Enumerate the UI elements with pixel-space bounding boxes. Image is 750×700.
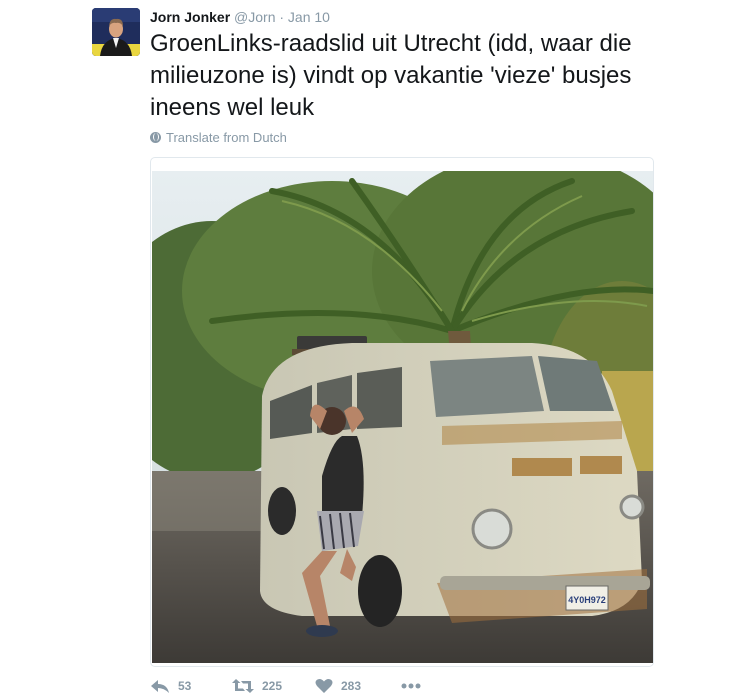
photo-illustration: 4Y0H972 (152, 171, 653, 663)
reply-icon (151, 680, 169, 693)
author-name[interactable]: Jorn Jonker (150, 9, 230, 25)
tweet-text: GroenLinks-raadslid uit Utrecht (idd, wa… (150, 30, 632, 121)
retweet-count: 225 (262, 679, 283, 693)
tweet-photo[interactable]: 4Y0H972 (152, 171, 653, 663)
retweet-icon (232, 679, 254, 693)
retweet-button[interactable]: 225 (232, 678, 315, 694)
like-button[interactable]: 283 (315, 678, 401, 694)
like-count: 283 (341, 679, 362, 693)
heart-icon (315, 678, 333, 693)
more-icon (401, 683, 421, 689)
translate-link[interactable]: Translate from Dutch (150, 130, 287, 145)
more-button[interactable] (401, 683, 421, 689)
translate-label: Translate from Dutch (166, 130, 287, 145)
reply-count: 53 (178, 679, 192, 693)
license-plate-text: 4Y0H972 (568, 595, 606, 605)
tweet-actions: 53 225 283 (150, 676, 421, 696)
reply-button[interactable]: 53 (150, 678, 232, 694)
tweet-header: Jorn Jonker @Jorn · Jan 10 (150, 8, 330, 26)
globe-icon (150, 132, 161, 143)
author-avatar[interactable] (92, 8, 140, 56)
author-handle-timestamp[interactable]: @Jorn · Jan 10 (234, 9, 330, 25)
